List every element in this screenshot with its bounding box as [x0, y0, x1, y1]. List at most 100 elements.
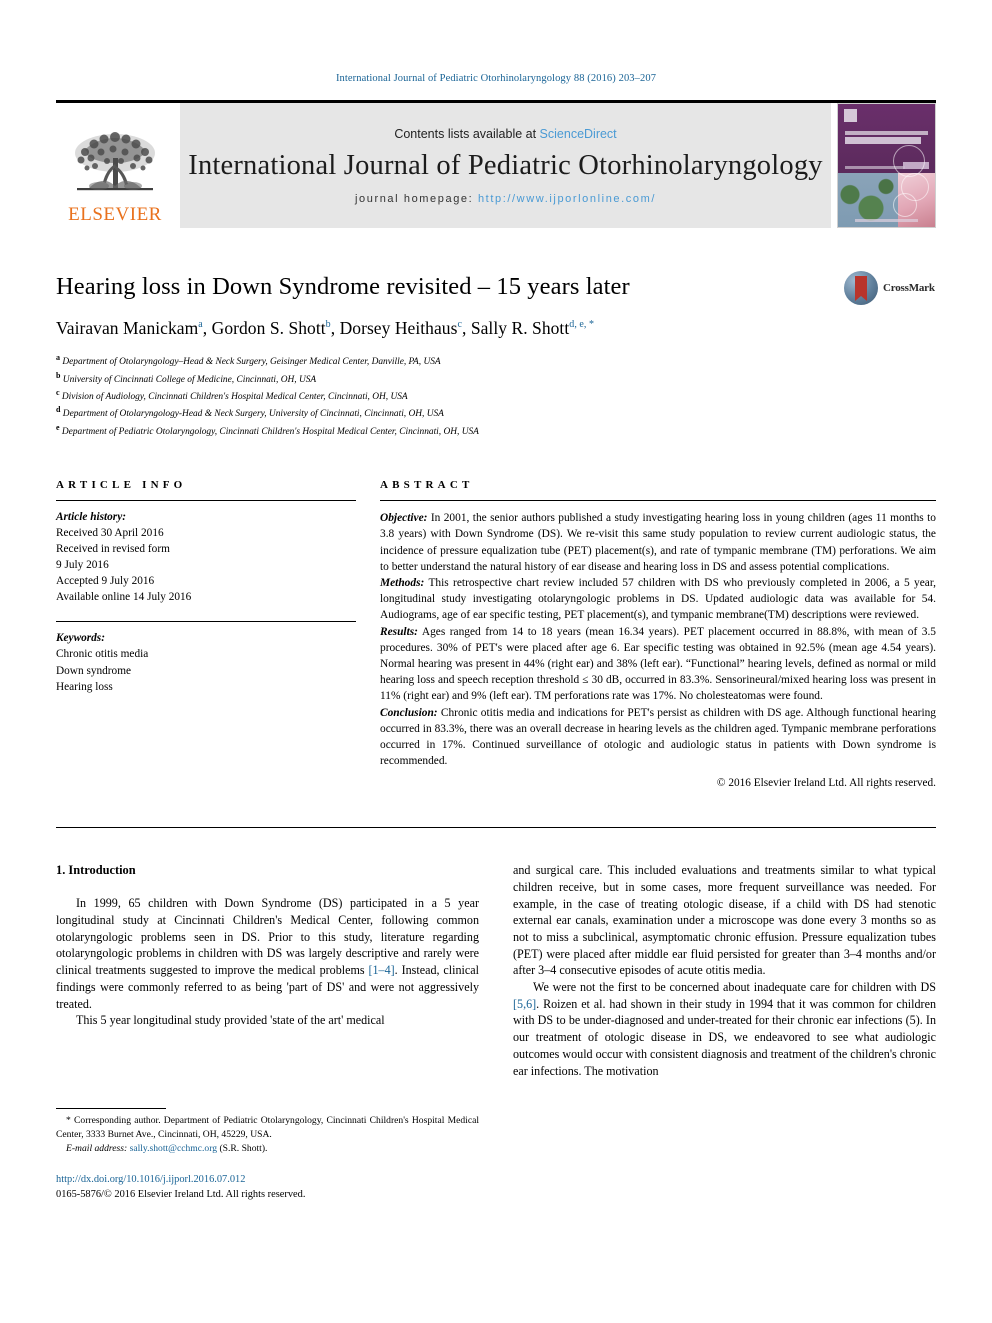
abstract-copyright: © 2016 Elsevier Ireland Ltd. All rights … [716, 777, 936, 790]
article-history-group: Article history: Received 30 April 2016 … [56, 501, 356, 605]
body-column-left: 1. Introduction In 1999, 65 children wit… [56, 862, 479, 1202]
abstract-section-label: Conclusion: [380, 706, 438, 719]
abstract-section: Conclusion: Chronic otitis media and ind… [380, 705, 936, 770]
title-block: CrossMark Hearing loss in Down Syndrome … [56, 269, 936, 439]
article-history-item: 9 July 2016 [56, 559, 109, 572]
corresponding-author-text: * Corresponding author. Department of Pe… [56, 1115, 479, 1141]
affiliation-text: Department of Pediatric Otolaryngology, … [61, 426, 479, 437]
abstract-section-text: In 2001, the senior authors published a … [380, 512, 936, 573]
corresponding-author-note: * Corresponding author. Department of Pe… [56, 1114, 479, 1156]
abstract-section-text: Chronic otitis media and indications for… [380, 706, 936, 768]
contents-available-line: Contents lists available at ScienceDirec… [394, 127, 616, 141]
email-owner: (S.R. Shott). [217, 1143, 268, 1155]
affiliation-item: b University of Cincinnati College of Me… [56, 370, 936, 387]
affiliation-mark: b [56, 370, 61, 380]
affiliation-mark: e [56, 422, 60, 432]
body-column-right: and surgical care. This included evaluat… [513, 862, 936, 1202]
affiliation-mark: c [56, 387, 60, 397]
abstract-body: Objective: In 2001, the senior authors p… [380, 501, 936, 791]
author-affiliation-mark[interactable]: d, e, * [569, 320, 594, 331]
elsevier-tree-icon [75, 132, 155, 191]
affiliation-text: Department of Otolaryngology–Head & Neck… [62, 357, 441, 368]
author-entry: Gordon S. Shottb, [212, 318, 340, 338]
cover-title-line-2 [845, 137, 921, 144]
article-history-item: Available online 14 July 2016 [56, 591, 192, 604]
author-list: Vairavan Manickama, Gordon S. Shottb, Do… [56, 317, 936, 340]
body-paragraph: and surgical care. This included evaluat… [513, 863, 936, 978]
affiliation-item: a Department of Otolaryngology–Head & Ne… [56, 352, 936, 369]
email-label: E-mail address: [66, 1143, 128, 1155]
affiliation-text: University of Cincinnati College of Medi… [62, 374, 317, 385]
affiliation-mark: a [56, 353, 60, 363]
journal-masthead: ELSEVIER Contents lists available at Sci… [56, 100, 936, 228]
info-abstract-region: ARTICLE INFO Article history: Received 3… [56, 479, 936, 791]
doi-block: http://dx.doi.org/10.1016/j.ijporl.2016.… [56, 1172, 479, 1202]
elsevier-logo: ELSEVIER [56, 103, 174, 228]
email-link[interactable]: sally.shott@cchmc.org [130, 1143, 217, 1154]
journal-title: International Journal of Pediatric Otorh… [188, 149, 823, 181]
author-separator: , [202, 318, 212, 339]
citation-reference[interactable]: [1–4] [368, 963, 394, 977]
abstract-section-text: Ages ranged from 14 to 18 years (mean 16… [380, 625, 936, 703]
elsevier-wordmark: ELSEVIER [68, 204, 162, 225]
body-two-column-region: 1. Introduction In 1999, 65 children wit… [56, 862, 936, 1202]
page-title: Hearing loss in Down Syndrome revisited … [56, 273, 630, 300]
keyword-item: Down syndrome [56, 664, 131, 677]
homepage-label: journal homepage: [354, 192, 474, 205]
abstract-section: Results: Ages ranged from 14 to 18 years… [380, 624, 936, 705]
article-history-item: Received in revised form [56, 543, 170, 556]
cover-ring-3 [893, 193, 917, 217]
doi-link[interactable]: http://dx.doi.org/10.1016/j.ijporl.2016.… [56, 1172, 479, 1187]
journal-article-page: International Journal of Pediatric Otorh… [0, 0, 992, 1323]
footnote-block: * Corresponding author. Department of Pe… [56, 1108, 479, 1202]
abstract-section: Objective: In 2001, the senior authors p… [380, 510, 936, 575]
crossmark-bookmark-shape [855, 276, 867, 301]
affiliation-text: Division of Audiology, Cincinnati Childr… [61, 392, 408, 403]
author-separator: , [461, 318, 471, 339]
cover-elsevier-mark [844, 109, 857, 122]
abstract-section: Methods: This retrospective chart review… [380, 575, 936, 624]
cover-footer-line [855, 219, 918, 222]
affiliation-item: e Department of Pediatric Otolaryngology… [56, 422, 936, 439]
journal-title-band: Contents lists available at ScienceDirec… [180, 103, 831, 228]
author-name: Sally R. Shott [470, 318, 570, 339]
issn-copyright-line: 0165-5876/© 2016 Elsevier Ireland Ltd. A… [56, 1189, 306, 1201]
abstract-section-label: Methods: [380, 577, 425, 589]
journal-cover-thumbnail [837, 103, 936, 228]
citation-reference[interactable]: [5,6] [513, 997, 536, 1011]
section-heading-introduction: 1. Introduction [56, 863, 136, 878]
body-separator-rule [56, 827, 936, 829]
author-entry: Vairavan Manickama, [56, 318, 212, 338]
abstract-column: ABSTRACT Objective: In 2001, the senior … [380, 479, 936, 791]
affiliation-item: c Division of Audiology, Cincinnati Chil… [56, 387, 936, 404]
affiliation-item: d Department of Otolaryngology-Head & Ne… [56, 404, 936, 421]
affiliation-text: Department of Otolaryngology-Head & Neck… [62, 409, 444, 420]
abstract-heading: ABSTRACT [380, 479, 474, 492]
article-info-heading: ARTICLE INFO [56, 479, 187, 492]
abstract-section-text: This retrospective chart review included… [380, 577, 936, 622]
affiliation-mark: d [56, 405, 61, 415]
crossmark-label: CrossMark [883, 282, 935, 294]
author-name: Gordon S. Shott [211, 318, 326, 339]
affiliation-list: a Department of Otolaryngology–Head & Ne… [56, 352, 936, 439]
abstract-section-label: Objective: [380, 512, 428, 525]
cover-ring-1 [893, 145, 925, 177]
author-entry: Dorsey Heithausc, [340, 318, 471, 338]
author-name: Vairavan Manickam [56, 318, 199, 339]
author-name: Dorsey Heithaus [339, 318, 458, 339]
running-head: International Journal of Pediatric Otorh… [335, 73, 657, 84]
homepage-url-link[interactable]: http://www.ijporlonline.com/ [478, 193, 656, 205]
author-entry: Sally R. Shottd, e, * [471, 318, 594, 338]
journal-homepage-line: journal homepage: http://www.ijporlonlin… [355, 193, 656, 205]
article-history-item: Received 30 April 2016 [56, 527, 164, 540]
crossmark-icon [844, 271, 878, 305]
keyword-item: Chronic otitis media [56, 648, 149, 661]
crossmark-badge[interactable]: CrossMark [844, 269, 936, 307]
body-paragraph: This 5 year longitudinal study provided … [76, 1013, 385, 1028]
footnote-rule [56, 1108, 166, 1110]
sciencedirect-link[interactable]: ScienceDirect [540, 127, 617, 141]
article-info-column: ARTICLE INFO Article history: Received 3… [56, 479, 356, 791]
contents-prefix: Contents lists available at [394, 126, 540, 141]
keywords-label: Keywords: [56, 632, 105, 645]
body-paragraph: We were not the first to be concerned ab… [513, 980, 937, 1078]
